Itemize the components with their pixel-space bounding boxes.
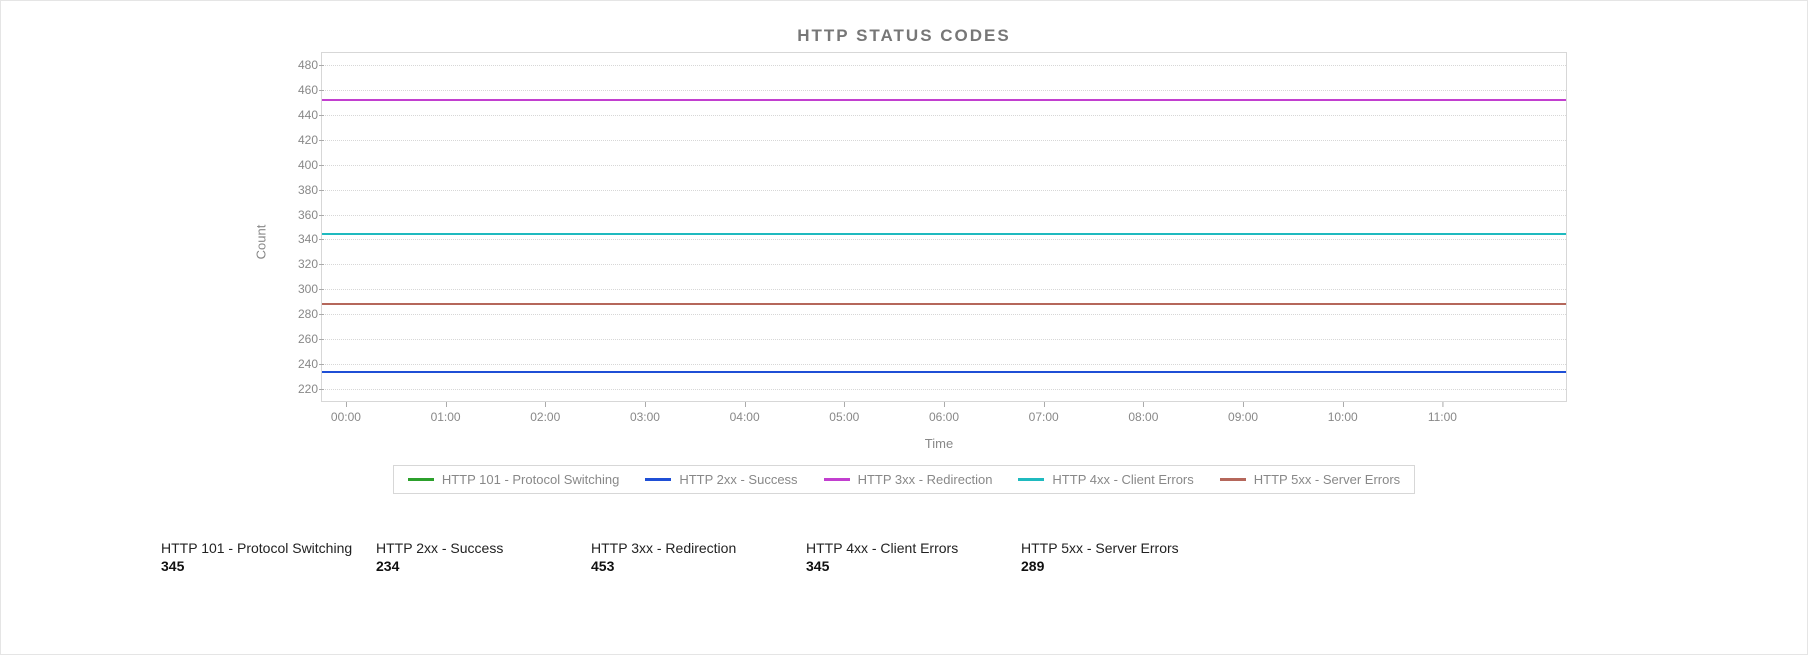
gridline [322, 339, 1566, 340]
summary-label: HTTP 3xx - Redirection [591, 540, 806, 556]
legend: HTTP 101 - Protocol Switching HTTP 2xx - … [393, 465, 1415, 494]
series-line [322, 371, 1566, 373]
x-axis-label: Time [91, 436, 1787, 451]
legend-label: HTTP 3xx - Redirection [858, 472, 993, 487]
summary-row: HTTP 101 - Protocol Switching345HTTP 2xx… [21, 540, 1787, 574]
gridline [322, 140, 1566, 141]
x-tick-label: 03:00 [630, 410, 660, 424]
legend-swatch-icon [1220, 478, 1246, 481]
summary-cell: HTTP 2xx - Success 234 [376, 540, 591, 574]
x-axis-ticks: 00:00 01:00 02:00 03:00 04:00 05:00 06:00 07:00… [321, 408, 1567, 432]
plot-area: 2202402602803003203403603804004204404604… [321, 52, 1567, 402]
summary-value: 453 [591, 558, 806, 574]
chart-title: HTTP STATUS CODES [21, 26, 1787, 46]
y-tick-label: 280 [282, 307, 318, 321]
legend-swatch-icon [824, 478, 850, 481]
series-line [322, 99, 1566, 101]
y-tick-label: 320 [282, 257, 318, 271]
gridline [322, 165, 1566, 166]
y-axis-label: Count [254, 225, 269, 260]
x-tick-label: 08:00 [1128, 410, 1158, 424]
y-tick-label: 460 [282, 83, 318, 97]
y-tick-label: 400 [282, 158, 318, 172]
series-line [322, 233, 1566, 235]
legend-swatch-icon [408, 478, 434, 481]
legend-item[interactable]: HTTP 5xx - Server Errors [1220, 472, 1400, 487]
y-tick-label: 380 [282, 183, 318, 197]
chart-area: Count 2202402602803003203403603804004204… [21, 52, 1787, 432]
summary-cell: HTTP 4xx - Client Errors 345 [806, 540, 1021, 574]
y-tick-label: 360 [282, 208, 318, 222]
x-tick-label: 07:00 [1029, 410, 1059, 424]
x-tick-label: 09:00 [1228, 410, 1258, 424]
x-tick-label: 04:00 [730, 410, 760, 424]
y-tick-label: 420 [282, 133, 318, 147]
gridline [322, 115, 1566, 116]
gridline [322, 389, 1566, 390]
legend-label: HTTP 5xx - Server Errors [1254, 472, 1400, 487]
gridline [322, 215, 1566, 216]
legend-swatch-icon [645, 478, 671, 481]
gridline [322, 90, 1566, 91]
x-tick-label: 01:00 [431, 410, 461, 424]
legend-item[interactable]: HTTP 101 - Protocol Switching [408, 472, 620, 487]
x-tick-label: 05:00 [829, 410, 859, 424]
legend-item[interactable]: HTTP 4xx - Client Errors [1018, 472, 1193, 487]
summary-label: HTTP 5xx - Server Errors [1021, 540, 1236, 556]
legend-label: HTTP 2xx - Success [679, 472, 797, 487]
legend-item[interactable]: HTTP 3xx - Redirection [824, 472, 993, 487]
gridline [322, 190, 1566, 191]
gridline [322, 364, 1566, 365]
legend-label: HTTP 101 - Protocol Switching [442, 472, 620, 487]
y-tick-label: 340 [282, 232, 318, 246]
summary-value: 289 [1021, 558, 1236, 574]
summary-label: HTTP 101 - Protocol Switching [161, 540, 376, 556]
chart-panel: HTTP STATUS CODES Count 2202402602803003… [0, 0, 1808, 655]
x-tick-label: 11:00 [1428, 410, 1457, 424]
summary-cell: HTTP 101 - Protocol Switching 345 [161, 540, 376, 574]
summary-label: HTTP 2xx - Success [376, 540, 591, 556]
summary-cell: HTTP 3xx - Redirection 453 [591, 540, 806, 574]
y-tick-label: 440 [282, 108, 318, 122]
gridline [322, 65, 1566, 66]
x-tick-label: 00:00 [331, 410, 361, 424]
x-tick-label: 06:00 [929, 410, 959, 424]
summary-value: 345 [806, 558, 1021, 574]
y-tick-label: 480 [282, 58, 318, 72]
gridline [322, 239, 1566, 240]
gridline [322, 289, 1566, 290]
summary-value: 345 [161, 558, 376, 574]
x-tick-label: 02:00 [530, 410, 560, 424]
x-tick-label: 10:00 [1328, 410, 1358, 424]
summary-value: 234 [376, 558, 591, 574]
legend-label: HTTP 4xx - Client Errors [1052, 472, 1193, 487]
y-tick-label: 260 [282, 332, 318, 346]
gridline [322, 264, 1566, 265]
y-tick-label: 300 [282, 282, 318, 296]
gridline [322, 314, 1566, 315]
summary-cell: HTTP 5xx - Server Errors 289 [1021, 540, 1236, 574]
legend-item[interactable]: HTTP 2xx - Success [645, 472, 797, 487]
summary-label: HTTP 4xx - Client Errors [806, 540, 1021, 556]
y-tick-label: 240 [282, 357, 318, 371]
y-tick-label: 220 [282, 382, 318, 396]
series-line [322, 303, 1566, 305]
legend-swatch-icon [1018, 478, 1044, 481]
